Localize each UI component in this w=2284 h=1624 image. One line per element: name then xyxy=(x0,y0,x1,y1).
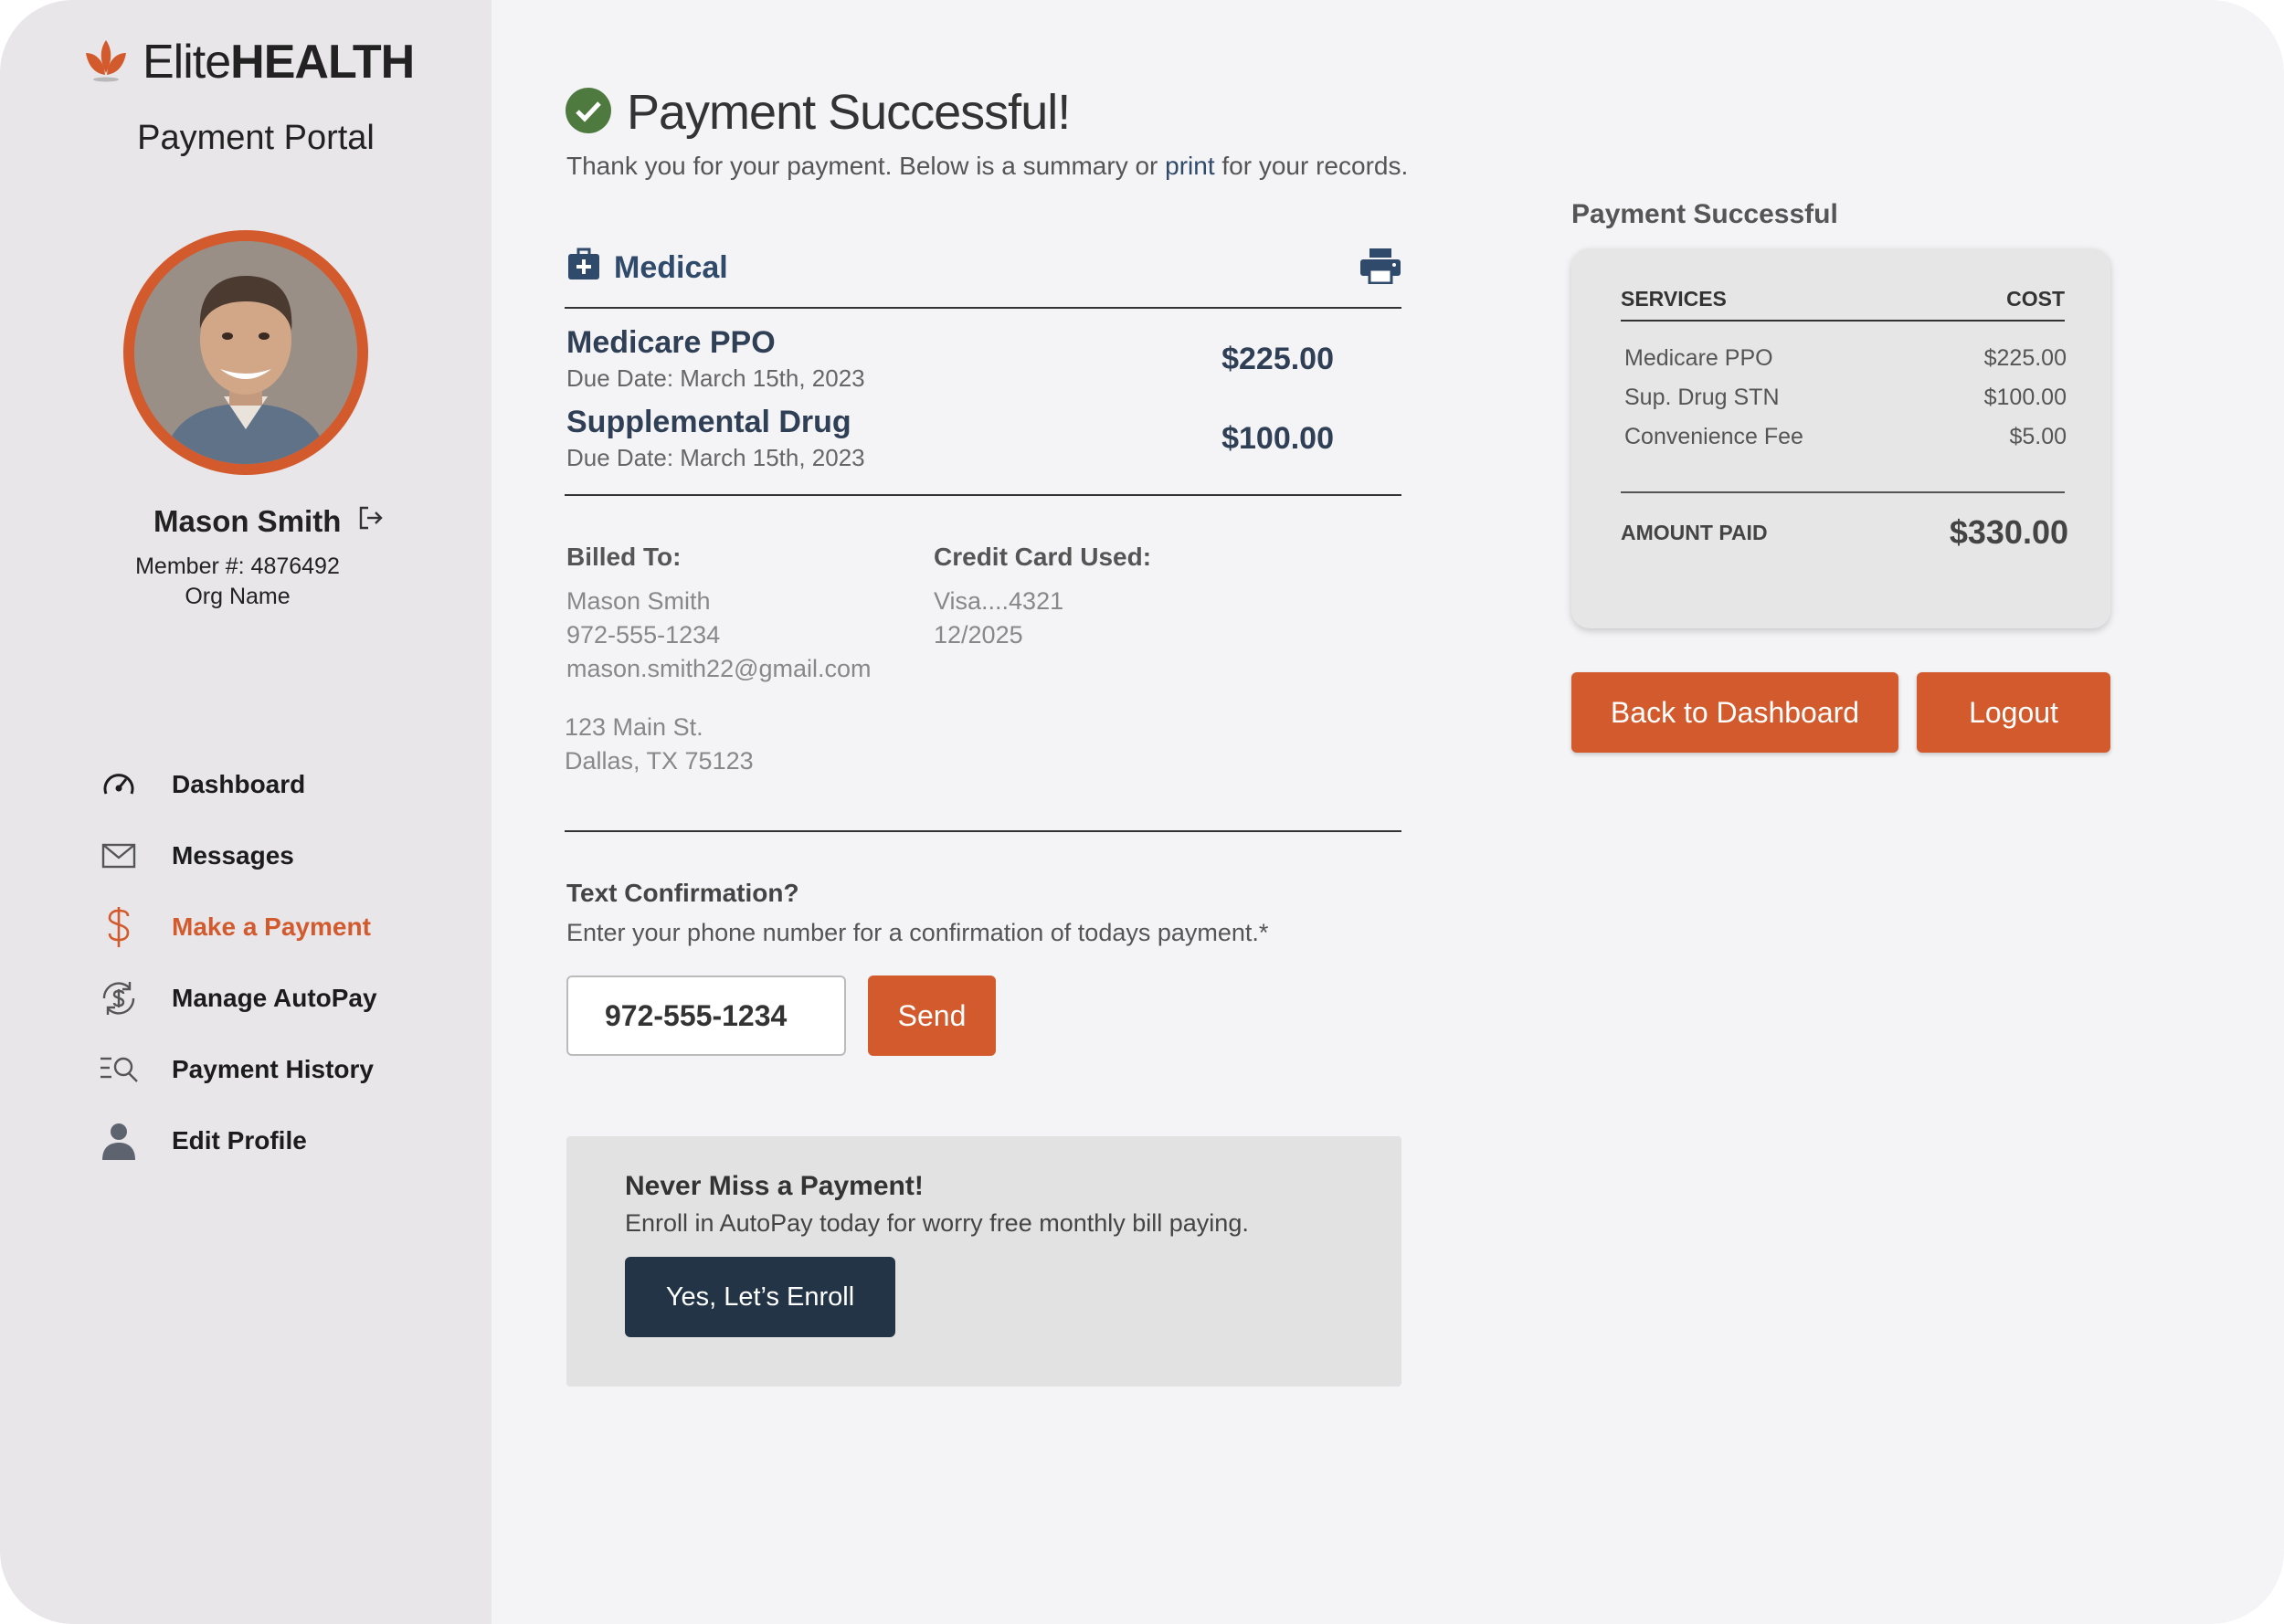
back-to-dashboard-button[interactable]: Back to Dashboard xyxy=(1571,672,1898,753)
card-used-label: Credit Card Used: xyxy=(934,543,1152,571)
person-icon xyxy=(99,1121,139,1161)
card-used-info: Visa....4321 12/2025 xyxy=(934,585,1063,652)
billed-email: mason.smith22@gmail.com xyxy=(566,655,872,682)
item-amount: $100.00 xyxy=(1221,421,1334,456)
logout-button[interactable]: Logout xyxy=(1917,672,2110,753)
summary-row: Sup. Drug STN $100.00 xyxy=(1624,385,2067,411)
divider xyxy=(565,494,1401,496)
page-title: Payment Successful! xyxy=(627,85,1071,140)
check-circle-icon xyxy=(565,87,612,139)
sidebar-item-make-payment[interactable]: Make a Payment xyxy=(99,891,377,963)
service-name: Convenience Fee xyxy=(1624,424,1803,449)
app-frame: EliteHEALTH Payment Portal Mason Smith M… xyxy=(0,0,2284,1624)
card-expiry: 12/2025 xyxy=(934,621,1023,649)
item-due-date: Due Date: March 15th, 2023 xyxy=(566,364,865,392)
sidebar-item-manage-autopay[interactable]: Manage AutoPay xyxy=(99,963,377,1034)
service-cost: $225.00 xyxy=(1983,345,2067,371)
cost-column-header: COST xyxy=(2006,287,2065,311)
services-column-header: SERVICES xyxy=(1621,287,1727,311)
autopay-description: Enroll in AutoPay today for worry free m… xyxy=(625,1209,1249,1237)
item-name: Medicare PPO xyxy=(566,325,776,360)
billed-phone: 972-555-1234 xyxy=(566,621,721,649)
sidebar-nav: Dashboard Messages Make a Payment Manage… xyxy=(99,749,377,1176)
divider xyxy=(565,830,1401,832)
org-name: Org Name xyxy=(185,584,291,609)
sidebar-item-payment-history[interactable]: Payment History xyxy=(99,1034,377,1105)
member-info: Member #: 4876492 Org Name xyxy=(0,552,475,612)
dollar-icon xyxy=(99,907,139,947)
sidebar-item-label: Manage AutoPay xyxy=(172,984,377,1012)
payment-item: Medicare PPO Due Date: March 15th, 2023 … xyxy=(566,325,1334,393)
item-name: Supplemental Drug xyxy=(566,405,851,439)
enroll-button[interactable]: Yes, Let’s Enroll xyxy=(625,1257,895,1337)
address-line-2: Dallas, TX 75123 xyxy=(565,747,754,775)
billed-name: Mason Smith xyxy=(566,587,711,615)
sign-out-icon[interactable] xyxy=(357,504,385,539)
amount-paid-value: $330.00 xyxy=(1949,513,2068,551)
billed-to-info: Mason Smith 972-555-1234 mason.smith22@g… xyxy=(566,585,872,686)
service-name: Sup. Drug STN xyxy=(1624,385,1780,410)
card-number: Visa....4321 xyxy=(934,587,1064,615)
send-button[interactable]: Send xyxy=(868,975,996,1056)
history-search-icon xyxy=(99,1049,139,1090)
user-name: Mason Smith xyxy=(153,504,342,538)
sidebar-item-label: Make a Payment xyxy=(172,912,371,941)
user-name-row: Mason Smith xyxy=(153,504,385,539)
medical-section-header: Medical xyxy=(566,247,1401,290)
billed-address: 123 Main St. Dallas, TX 75123 xyxy=(565,711,754,778)
avatar-photo xyxy=(134,241,357,464)
autopay-cycle-icon xyxy=(99,978,139,1018)
summary-header-row: SERVICES COST xyxy=(1621,287,2065,311)
item-due-date: Due Date: March 15th, 2023 xyxy=(566,444,865,471)
sidebar: EliteHEALTH Payment Portal Mason Smith M… xyxy=(0,0,492,1624)
lotus-logo-icon xyxy=(82,37,130,89)
printer-icon[interactable] xyxy=(1359,248,1401,289)
text-confirmation-description: Enter your phone number for a confirmati… xyxy=(566,919,1269,946)
member-number: Member #: 4876492 xyxy=(135,554,340,579)
total-row: AMOUNT PAID $330.00 xyxy=(1621,513,2068,552)
divider xyxy=(565,307,1401,309)
service-name: Medicare PPO xyxy=(1624,345,1773,371)
success-header: Payment Successful! xyxy=(565,84,1071,141)
text-confirmation-title: Text Confirmation? xyxy=(566,879,799,907)
envelope-icon xyxy=(99,836,139,876)
divider xyxy=(1621,320,2065,322)
section-title: Medical xyxy=(614,250,728,285)
brand-name: EliteHEALTH xyxy=(143,36,415,89)
brand-logo[interactable]: EliteHEALTH xyxy=(82,35,415,90)
sidebar-item-dashboard[interactable]: Dashboard xyxy=(99,749,377,820)
medical-kit-icon xyxy=(566,247,601,290)
phone-input[interactable] xyxy=(566,975,846,1056)
service-cost: $100.00 xyxy=(1983,385,2067,410)
summary-card: SERVICES COST Medicare PPO $225.00 Sup. … xyxy=(1571,248,2110,628)
amount-paid-label: AMOUNT PAID xyxy=(1621,520,1768,544)
autopay-title: Never Miss a Payment! xyxy=(625,1171,924,1201)
sidebar-item-messages[interactable]: Messages xyxy=(99,820,377,891)
summary-row: Convenience Fee $5.00 xyxy=(1624,424,2067,450)
avatar[interactable] xyxy=(123,230,368,475)
page-subtitle: Thank you for your payment. Below is a s… xyxy=(566,152,1409,180)
print-link[interactable]: print xyxy=(1165,152,1214,180)
item-amount: $225.00 xyxy=(1221,342,1334,376)
payment-item: Supplemental Drug Due Date: March 15th, … xyxy=(566,405,1334,472)
sidebar-item-label: Messages xyxy=(172,841,294,870)
service-cost: $5.00 xyxy=(2009,424,2067,449)
address-line-1: 123 Main St. xyxy=(565,713,703,741)
summary-row: Medicare PPO $225.00 xyxy=(1624,345,2067,372)
sidebar-item-label: Payment History xyxy=(172,1055,374,1083)
billed-to-label: Billed To: xyxy=(566,543,682,571)
divider xyxy=(1621,491,2065,493)
sidebar-item-label: Edit Profile xyxy=(172,1126,307,1155)
sidebar-item-label: Dashboard xyxy=(172,770,306,798)
portal-label: Payment Portal xyxy=(137,119,375,157)
autopay-promo: Never Miss a Payment! Enroll in AutoPay … xyxy=(566,1136,1401,1387)
sidebar-item-edit-profile[interactable]: Edit Profile xyxy=(99,1105,377,1176)
summary-title: Payment Successful xyxy=(1571,199,1838,229)
speedometer-icon xyxy=(99,765,139,805)
